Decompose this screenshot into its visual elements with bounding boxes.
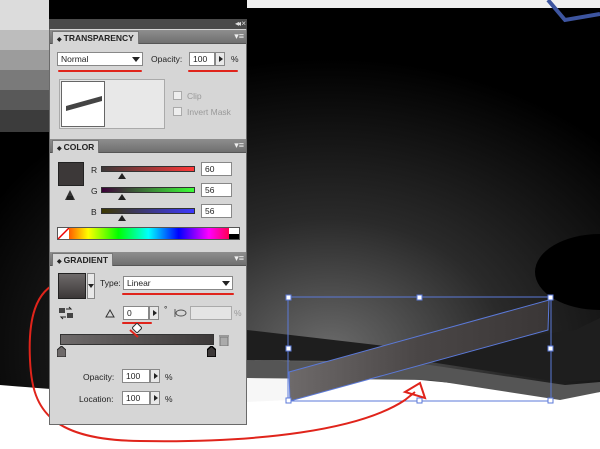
gradient-stop-right[interactable] [206, 344, 217, 358]
reverse-gradient-icon[interactable] [59, 306, 73, 320]
transparency-titlebar: ◆ TRANSPARENCY ▾≡ [50, 30, 246, 44]
clip-checkbox[interactable] [173, 91, 182, 100]
aspect-ratio-input[interactable] [190, 306, 232, 320]
gradient-swatch[interactable] [58, 273, 86, 299]
gradient-type-value: Linear [127, 278, 151, 288]
chevron-down-icon [132, 57, 140, 62]
gradient-type-select[interactable]: Linear [123, 276, 233, 290]
location-input[interactable]: 100 [122, 391, 150, 405]
trash-icon[interactable] [219, 334, 229, 347]
gradient-titlebar: ◆ GRADIENT ▾≡ [50, 252, 246, 266]
b-value: 56 [205, 206, 215, 216]
tab-gradient[interactable]: ◆ GRADIENT [52, 253, 114, 266]
location-value: 100 [126, 393, 141, 403]
opacity-value: 100 [193, 54, 208, 64]
r-label: R [91, 165, 98, 175]
gradient-swatch-dropdown[interactable] [87, 273, 95, 299]
location-percent: % [165, 394, 173, 404]
gradient-slider[interactable] [60, 334, 214, 345]
thumbnail-area [59, 79, 165, 129]
none-swatch[interactable] [57, 227, 70, 240]
tab-transparency[interactable]: ◆ TRANSPARENCY [52, 31, 139, 44]
aspect-ratio-icon [174, 308, 188, 318]
annotation-underline [188, 70, 238, 72]
g-input[interactable]: 56 [201, 183, 232, 197]
tab-gradient-label: GRADIENT [63, 255, 109, 265]
invert-mask-checkbox[interactable] [173, 107, 182, 116]
g-slider-thumb[interactable] [118, 194, 126, 200]
g-slider[interactable] [101, 187, 195, 193]
angle-dropdown-button[interactable] [149, 306, 159, 320]
degree-symbol: ° [164, 304, 168, 314]
close-icon[interactable]: × [241, 19, 246, 29]
blend-mode-select[interactable]: Normal [57, 52, 143, 66]
r-slider[interactable] [101, 166, 195, 172]
stop-opacity-input[interactable]: 100 [122, 369, 150, 383]
invert-mask-label: Invert Mask [187, 107, 231, 117]
angle-input[interactable]: 0 [123, 306, 149, 320]
black-swatch[interactable] [229, 234, 239, 239]
chevron-down-icon [222, 281, 230, 286]
color-panel: ◆ COLOR ▾≡ R 60 G 56 B 56 [50, 139, 246, 247]
opacity-label: Opacity: [151, 54, 183, 64]
color-titlebar: ◆ COLOR ▾≡ [50, 139, 246, 153]
transparency-panel: ◆ TRANSPARENCY ▾≡ Normal Opacity: 100 % C… [50, 30, 246, 137]
opacity-arrow-button[interactable] [215, 52, 225, 66]
b-label: B [91, 207, 97, 217]
color-spectrum[interactable] [57, 227, 240, 240]
r-slider-thumb[interactable] [118, 173, 126, 179]
blend-mode-value: Normal [61, 54, 89, 64]
b-input[interactable]: 56 [201, 204, 232, 218]
r-input[interactable]: 60 [201, 162, 232, 176]
out-of-gamut-icon [65, 190, 75, 200]
tab-color-label: COLOR [63, 142, 95, 152]
tab-transparency-label: TRANSPARENCY [63, 33, 134, 43]
angle-value: 0 [127, 308, 132, 318]
stop-opacity-value: 100 [126, 371, 141, 381]
panel-menu-icon[interactable]: ▾≡ [234, 140, 244, 151]
stop-opacity-percent: % [165, 372, 173, 382]
g-value: 56 [205, 185, 215, 195]
panel-menu-icon[interactable]: ▾≡ [234, 31, 244, 42]
g-label: G [91, 186, 98, 196]
stop-opacity-arrow-button[interactable] [150, 369, 160, 383]
b-slider-thumb[interactable] [118, 215, 126, 221]
annotation-underline [122, 293, 234, 295]
panel-menu-icon[interactable]: ▾≡ [234, 253, 244, 264]
angle-icon [105, 308, 115, 318]
annotation-underline [58, 70, 142, 72]
fill-swatch[interactable] [58, 162, 84, 186]
opacity-percent: % [231, 54, 239, 64]
panel-dock-header: ◂◂ × [49, 19, 247, 29]
tab-color[interactable]: ◆ COLOR [52, 140, 100, 153]
thumbnail-preview [66, 96, 102, 111]
location-label: Location: [79, 394, 114, 404]
collapse-icon[interactable]: ◂◂ [235, 19, 241, 29]
r-value: 60 [205, 164, 215, 174]
gradient-panel: ◆ GRADIENT ▾≡ Type: Linear 0 ° % Opacity:… [50, 252, 246, 424]
clip-label: Clip [187, 91, 202, 101]
stop-opacity-label: Opacity: [83, 372, 115, 382]
location-arrow-button[interactable] [150, 391, 160, 405]
opacity-input[interactable]: 100 [189, 52, 215, 66]
b-slider[interactable] [101, 208, 195, 214]
type-label: Type: [100, 278, 121, 288]
gradient-stop-left[interactable] [56, 345, 67, 358]
object-thumbnail[interactable] [61, 81, 105, 127]
aspect-percent: % [234, 308, 242, 318]
stair-steps [0, 0, 49, 132]
